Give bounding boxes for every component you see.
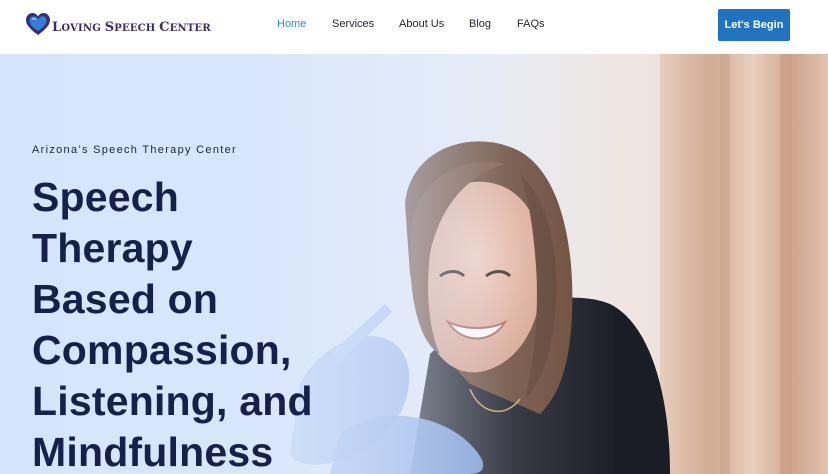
lets-begin-button[interactable]: Let's Begin [718, 9, 790, 41]
brand-name-part: OVING [61, 22, 105, 34]
brand-name-part: C [159, 19, 170, 35]
brand-name-part: ENTER [169, 22, 211, 34]
headline-line: Therapy [32, 225, 193, 271]
nav-faqs[interactable]: FAQs [517, 18, 545, 30]
hero-eyebrow: Arizona’s Speech Therapy Center [32, 144, 237, 156]
headline-line: Speech [32, 174, 180, 220]
hero-headline: Speech Therapy Based on Compassion, List… [32, 172, 372, 474]
brand-name-part: S [104, 19, 115, 35]
brand-logo[interactable]: LOVING SPEECH CENTER [26, 13, 211, 37]
nav-about-us[interactable]: About Us [399, 18, 444, 30]
nav-blog[interactable]: Blog [469, 18, 491, 30]
hero-section: Arizona’s Speech Therapy Center Speech T… [0, 54, 828, 474]
heart-logo-icon [26, 13, 50, 35]
brand-name-part: PEECH [114, 22, 160, 34]
headline-line: Mindfulness [32, 429, 274, 474]
site-header: LOVING SPEECH CENTER Home Services About… [0, 0, 828, 54]
headline-line: Compassion, [32, 327, 292, 373]
nav-services[interactable]: Services [332, 18, 374, 30]
headline-line: Listening, and [32, 378, 313, 424]
headline-line: Based on [32, 276, 219, 322]
nav-home[interactable]: Home [277, 18, 306, 30]
brand-name-part: L [52, 19, 62, 35]
brand-name: LOVING SPEECH CENTER [52, 16, 211, 35]
